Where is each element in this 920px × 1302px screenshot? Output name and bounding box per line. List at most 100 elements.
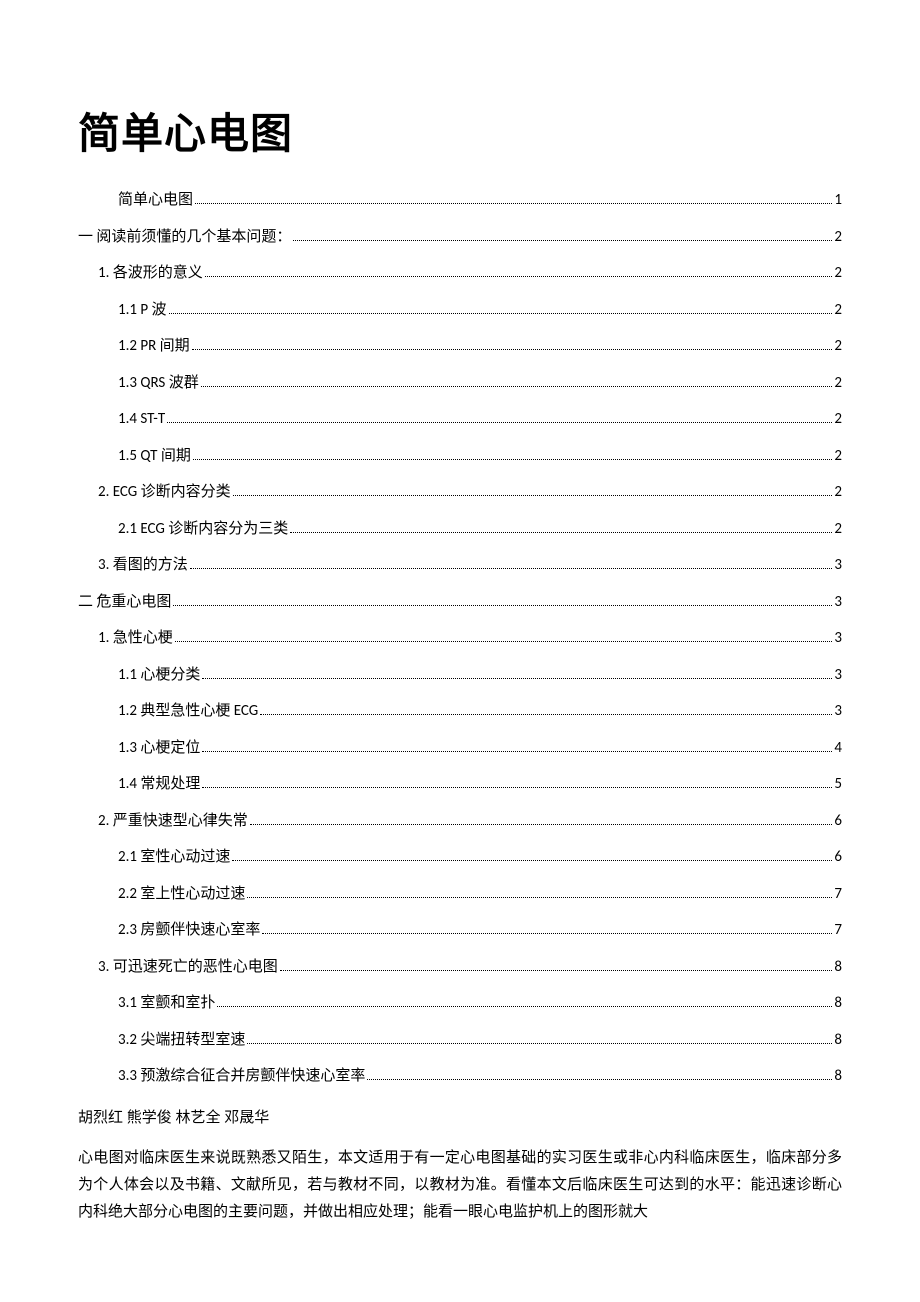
- toc-leader: [247, 897, 832, 898]
- toc-entry[interactable]: 二 危重心电图 3: [78, 591, 842, 614]
- toc-label: 3.1 室颤和室扑: [118, 992, 215, 1015]
- toc-leader: [201, 386, 833, 387]
- toc-label: 1.2 PR 间期: [118, 335, 190, 358]
- toc-leader: [217, 1006, 832, 1007]
- toc-leader: [173, 605, 832, 606]
- toc-entry[interactable]: 1.3 QRS 波群 2: [118, 372, 842, 395]
- toc-leader: [260, 714, 832, 715]
- toc-entry[interactable]: 1.4 ST-T 2: [118, 408, 842, 431]
- toc-entry[interactable]: 3. 可迅速死亡的恶性心电图 8: [98, 956, 842, 979]
- toc-leader: [202, 751, 832, 752]
- toc-leader: [232, 860, 832, 861]
- toc-leader: [367, 1079, 832, 1080]
- toc-page-number: 2: [834, 481, 842, 504]
- toc-label: 3.3 预激综合征合并房颤伴快速心室率: [118, 1065, 365, 1088]
- toc-entry[interactable]: 1. 急性心梗 3: [98, 627, 842, 650]
- toc-label: 2. ECG 诊断内容分类: [98, 481, 231, 504]
- toc-page-number: 2: [834, 262, 842, 285]
- toc-page-number: 3: [834, 627, 842, 650]
- toc-page-number: 8: [834, 956, 842, 979]
- toc-label: 3.2 尖端扭转型室速: [118, 1029, 245, 1052]
- toc-page-number: 8: [834, 1065, 842, 1088]
- toc-page-number: 7: [834, 883, 842, 906]
- toc-leader: [250, 824, 833, 825]
- toc-label: 1.3 心梗定位: [118, 737, 200, 760]
- toc-entry[interactable]: 1.2 PR 间期 2: [118, 335, 842, 358]
- toc-page-number: 2: [834, 372, 842, 395]
- toc-leader: [175, 641, 833, 642]
- toc-label: 1.2 典型急性心梗 ECG: [118, 700, 258, 723]
- toc-label: 1.3 QRS 波群: [118, 372, 199, 395]
- toc-page-number: 2: [834, 226, 842, 249]
- toc-page-number: 2: [834, 445, 842, 468]
- toc-label: 1.4 ST-T: [118, 408, 165, 431]
- toc-entry[interactable]: 一 阅读前须懂的几个基本问题： 2: [78, 226, 842, 249]
- toc-entry[interactable]: 1.5 QT 间期 2: [118, 445, 842, 468]
- toc-page-number: 3: [834, 700, 842, 723]
- authors-line: 胡烈红 熊学俊 林艺全 邓晟华: [78, 1106, 842, 1127]
- toc-leader: [293, 240, 832, 241]
- toc-entry[interactable]: 2. 严重快速型心律失常 6: [98, 810, 842, 833]
- toc-label: 3. 看图的方法: [98, 554, 188, 577]
- document-title: 简单心电图: [78, 100, 842, 161]
- toc-entry[interactable]: 简单心电图 1: [118, 189, 842, 212]
- toc-label: 2. 严重快速型心律失常: [98, 810, 248, 833]
- toc-leader: [202, 678, 832, 679]
- toc-leader: [167, 422, 832, 423]
- toc-entry[interactable]: 1.3 心梗定位 4: [118, 737, 842, 760]
- toc-label: 1.4 常规处理: [118, 773, 200, 796]
- toc-entry[interactable]: 2.1 室性心动过速 6: [118, 846, 842, 869]
- toc-page-number: 8: [834, 992, 842, 1015]
- toc-leader: [193, 459, 833, 460]
- toc-page-number: 6: [834, 810, 842, 833]
- toc-label: 一 阅读前须懂的几个基本问题：: [78, 226, 291, 249]
- toc-leader: [195, 203, 832, 204]
- table-of-contents: 简单心电图 1 一 阅读前须懂的几个基本问题： 2 1. 各波形的意义 2 1.…: [78, 189, 842, 1088]
- toc-page-number: 7: [834, 919, 842, 942]
- toc-label: 1. 各波形的意义: [98, 262, 203, 285]
- toc-entry[interactable]: 2.2 室上性心动过速 7: [118, 883, 842, 906]
- toc-page-number: 2: [834, 408, 842, 431]
- toc-leader: [262, 933, 832, 934]
- toc-entry[interactable]: 3.1 室颤和室扑 8: [118, 992, 842, 1015]
- toc-entry[interactable]: 2.1 ECG 诊断内容分为三类 2: [118, 518, 842, 541]
- toc-leader: [233, 495, 833, 496]
- toc-entry[interactable]: 3.3 预激综合征合并房颤伴快速心室率 8: [118, 1065, 842, 1088]
- toc-label: 二 危重心电图: [78, 591, 171, 614]
- toc-entry[interactable]: 1.4 常规处理 5: [118, 773, 842, 796]
- toc-leader: [205, 276, 833, 277]
- toc-entry[interactable]: 3. 看图的方法 3: [98, 554, 842, 577]
- toc-label: 1. 急性心梗: [98, 627, 173, 650]
- toc-leader: [190, 568, 833, 569]
- toc-page-number: 5: [834, 773, 842, 796]
- toc-leader: [247, 1043, 832, 1044]
- toc-page-number: 8: [834, 1029, 842, 1052]
- toc-page-number: 2: [834, 335, 842, 358]
- toc-entry[interactable]: 1.1 P 波 2: [118, 299, 842, 322]
- toc-label: 2.1 ECG 诊断内容分为三类: [118, 518, 288, 541]
- toc-page-number: 6: [834, 846, 842, 869]
- toc-entry[interactable]: 1. 各波形的意义 2: [98, 262, 842, 285]
- toc-leader: [169, 313, 833, 314]
- toc-entry[interactable]: 1.2 典型急性心梗 ECG 3: [118, 700, 842, 723]
- toc-page-number: 2: [834, 518, 842, 541]
- toc-entry[interactable]: 1.1 心梗分类 3: [118, 664, 842, 687]
- toc-entry[interactable]: 2.3 房颤伴快速心室率 7: [118, 919, 842, 942]
- toc-leader: [202, 787, 832, 788]
- toc-label: 1.1 P 波: [118, 299, 167, 322]
- toc-label: 2.1 室性心动过速: [118, 846, 230, 869]
- toc-page-number: 3: [834, 591, 842, 614]
- toc-page-number: 3: [834, 554, 842, 577]
- toc-label: 简单心电图: [118, 189, 193, 212]
- toc-label: 2.2 室上性心动过速: [118, 883, 245, 906]
- toc-label: 1.1 心梗分类: [118, 664, 200, 687]
- toc-leader: [290, 532, 832, 533]
- toc-label: 2.3 房颤伴快速心室率: [118, 919, 260, 942]
- body-paragraph: 心电图对临床医生来说既熟悉又陌生，本文适用于有一定心电图基础的实习医生或非心内科…: [78, 1145, 842, 1226]
- document-page: 简单心电图 简单心电图 1 一 阅读前须懂的几个基本问题： 2 1. 各波形的意…: [0, 0, 920, 1302]
- toc-entry[interactable]: 3.2 尖端扭转型室速 8: [118, 1029, 842, 1052]
- toc-page-number: 2: [834, 299, 842, 322]
- toc-label: 1.5 QT 间期: [118, 445, 191, 468]
- toc-label: 3. 可迅速死亡的恶性心电图: [98, 956, 278, 979]
- toc-entry[interactable]: 2. ECG 诊断内容分类 2: [98, 481, 842, 504]
